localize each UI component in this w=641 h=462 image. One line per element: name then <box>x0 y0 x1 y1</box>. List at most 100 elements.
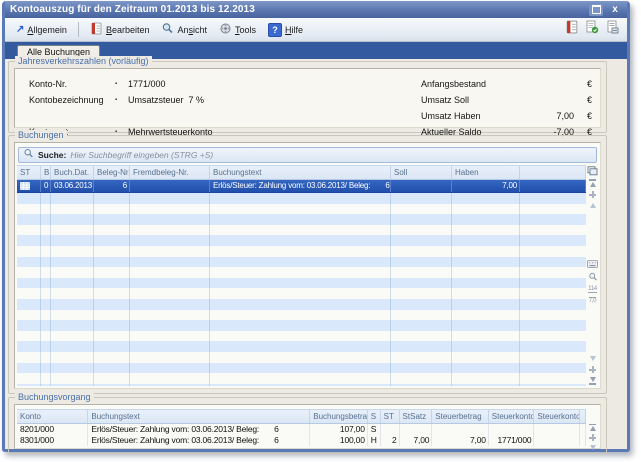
col-header-buchungstext[interactable]: Buchungstext <box>88 410 310 423</box>
menu-bar: ↗ Allgemein Bearbeiten Ansicht Tools ? H… <box>5 18 627 42</box>
col-header-st[interactable]: ST <box>381 410 400 423</box>
empty-booking-row[interactable] <box>17 267 586 278</box>
field-label: Konto-Nr. <box>29 79 115 89</box>
search-bar[interactable]: Suche: <box>18 147 597 163</box>
cell-steuerkonto2 <box>534 424 580 435</box>
empty-booking-row[interactable] <box>17 299 586 310</box>
close-button[interactable]: x <box>608 4 622 16</box>
row-down-button[interactable] <box>589 366 596 373</box>
scroll-up-group <box>589 179 596 209</box>
search-input[interactable] <box>70 150 592 160</box>
booking-row-selected[interactable]: 0 03.06.2013 6 Erlös/Steuer: Zahlung vom… <box>17 180 586 193</box>
field-value: 1771/000 <box>128 79 166 89</box>
summary-row-kontobezeichnung: Kontobezeichnung ▪ Umsatzsteuer 7 % <box>29 92 213 108</box>
goto-bottom-button[interactable] <box>589 377 596 385</box>
kontoauszug-window: Kontoauszug für den Zeitraum 01.2013 bis… <box>2 1 630 452</box>
bookings-table: ST B Buch.Dat. Beleg-Nr. Fremdbeleg-Nr. … <box>17 165 586 386</box>
export-button[interactable] <box>603 21 621 39</box>
cell-soll <box>391 180 452 192</box>
cell-fremdbelegnr <box>130 180 210 192</box>
transaction-table: Konto Buchungstext Buchungsbetrag S ST S… <box>17 409 586 446</box>
empty-booking-row[interactable] <box>17 214 586 225</box>
col-header-steuerkonto2[interactable]: Steuerkonto 2 <box>534 410 580 423</box>
bookings-table-wrap: ST B Buch.Dat. Beleg-Nr. Fremdbeleg-Nr. … <box>17 165 599 386</box>
currency-symbol: € <box>581 111 592 121</box>
row-down-button[interactable] <box>590 444 596 451</box>
empty-booking-row[interactable] <box>17 373 586 384</box>
magnifier-icon <box>161 22 174 37</box>
cell-steuerbetrag <box>432 424 489 435</box>
empty-booking-row[interactable] <box>17 193 586 204</box>
empty-booking-row[interactable] <box>17 320 586 331</box>
cell-s: H <box>368 435 381 446</box>
empty-booking-row[interactable] <box>17 331 586 342</box>
transaction-row[interactable]: 8301/000 Erlös/Steuer: Zahlung vom: 03.0… <box>17 435 586 446</box>
sum-display-button[interactable]: 114 <box>588 286 597 293</box>
col-header-s[interactable]: S <box>368 410 381 423</box>
empty-booking-row[interactable] <box>17 204 586 215</box>
keyboard-icon[interactable] <box>587 260 598 268</box>
goto-top-button[interactable] <box>589 179 596 187</box>
row-up-button[interactable] <box>589 434 596 441</box>
document-check-icon <box>585 20 599 39</box>
refresh-list-button[interactable] <box>583 21 601 39</box>
row-up-button[interactable] <box>589 191 596 198</box>
col-header-steuerbetrag[interactable]: Steuerbetrag <box>432 410 489 423</box>
empty-booking-row[interactable] <box>17 352 586 363</box>
empty-booking-row[interactable] <box>17 246 586 257</box>
col-header-buchungsbetrag[interactable]: Buchungsbetrag <box>310 410 368 423</box>
goto-top-button[interactable] <box>589 424 596 431</box>
col-header-steuerkonto1[interactable]: Steuerkonto 1 <box>489 410 535 423</box>
empty-booking-row[interactable] <box>17 257 586 268</box>
col-header-b[interactable]: B <box>41 166 51 179</box>
menu-tools[interactable]: Tools <box>214 20 261 39</box>
menu-ansicht[interactable]: Ansicht <box>156 20 212 39</box>
menu-allgemein[interactable]: ↗ Allgemein <box>11 23 72 37</box>
col-header-haben[interactable]: Haben <box>452 166 520 179</box>
group-buchungsvorgang: Buchungsvorgang Konto Buchungstext Buchu… <box>8 397 607 454</box>
page-down-button[interactable] <box>590 355 596 362</box>
col-header-st[interactable]: ST <box>17 166 41 179</box>
col-header-soll[interactable]: Soll <box>391 166 452 179</box>
empty-booking-row[interactable] <box>17 225 586 236</box>
col-header-buchungstext[interactable]: Buchungstext <box>210 166 391 179</box>
restore-icon <box>592 5 601 14</box>
summary-row-umsatz-haben: Umsatz Haben 7,00 € <box>421 108 592 124</box>
menu-bearbeiten-label: Bearbeiten <box>106 25 150 35</box>
cell-filler <box>520 180 586 192</box>
col-header-buchdat[interactable]: Buch.Dat. <box>51 166 94 179</box>
menu-allgemein-label: Allgemein <box>27 25 67 35</box>
transaction-side-toolbar <box>586 409 599 446</box>
col-header-fremdbelegnr[interactable]: Fremdbeleg-Nr. <box>130 166 210 179</box>
group-title: Jahresverkehrszahlen (vorläufig) <box>15 56 152 67</box>
cell-betrag: 100,00 <box>310 435 368 446</box>
restore-button[interactable] <box>589 4 603 16</box>
bookings-empty-rows <box>17 193 586 386</box>
field-label: Umsatz Soll <box>421 95 525 105</box>
empty-booking-row[interactable] <box>17 288 586 299</box>
column-chooser-button[interactable] <box>587 166 598 176</box>
zoom-row-button[interactable] <box>588 272 598 282</box>
summary-row-umsatz-soll: Umsatz Soll € <box>421 92 592 108</box>
empty-booking-row[interactable] <box>17 384 586 386</box>
col-header-belegnr[interactable]: Beleg-Nr. <box>94 166 130 179</box>
col-header-konto[interactable]: Konto <box>17 410 88 423</box>
empty-booking-row[interactable] <box>17 341 586 352</box>
page-up-button[interactable] <box>590 202 596 209</box>
col-header-stsatz[interactable]: StSatz <box>400 410 433 423</box>
menu-bearbeiten[interactable]: Bearbeiten <box>85 20 155 39</box>
empty-booking-row[interactable] <box>17 235 586 246</box>
cell-buchungstext: Erlös/Steuer: Zahlung vom: 03.06.2013/ B… <box>88 435 310 446</box>
transaction-table-wrap: Konto Buchungstext Buchungsbetrag S ST S… <box>17 409 599 446</box>
search-label: Suche: <box>38 150 66 160</box>
menu-hilfe[interactable]: ? Hilfe <box>263 21 308 39</box>
transaction-row[interactable]: 8201/000 Erlös/Steuer: Zahlung vom: 03.0… <box>17 424 586 435</box>
decimal-display-button[interactable]: 7,0 <box>589 297 596 304</box>
empty-booking-row[interactable] <box>17 363 586 374</box>
journal-button[interactable] <box>563 21 581 39</box>
cell-konto: 8301/000 <box>17 435 88 446</box>
empty-booking-row[interactable] <box>17 310 586 321</box>
empty-booking-row[interactable] <box>17 278 586 289</box>
field-label: Umsatz Haben <box>421 111 525 121</box>
title-bar[interactable]: Kontoauszug für den Zeitraum 01.2013 bis… <box>5 1 627 18</box>
